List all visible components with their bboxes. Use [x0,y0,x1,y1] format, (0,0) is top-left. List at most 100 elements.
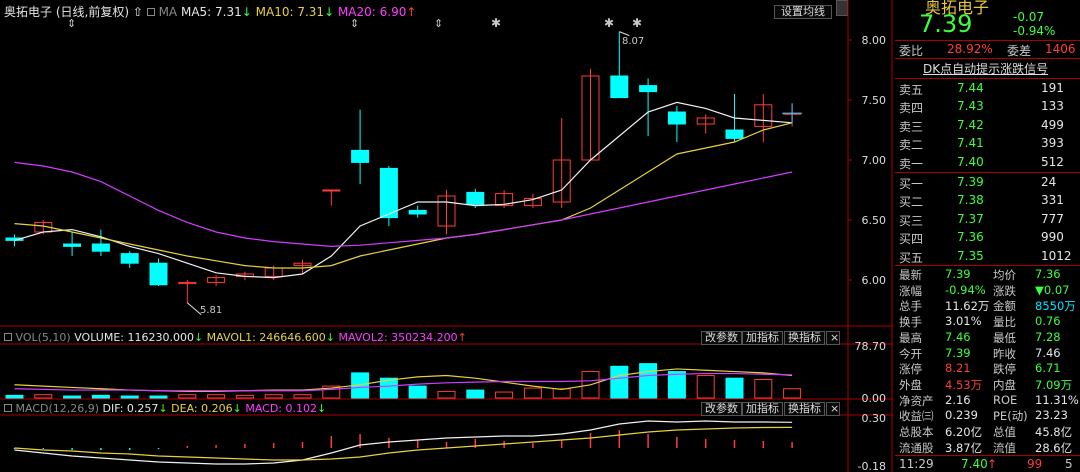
switch-indicator-button[interactable]: 换指标 [784,331,825,345]
bid-volume: 331 [1041,193,1064,208]
ask-row: 卖一 7.40 512 [895,154,1077,172]
close-icon[interactable]: × [826,402,840,416]
down-marker-icon[interactable]: ⇕ [67,17,76,30]
macd-arrow: ↓ [317,402,327,415]
volume-bar [34,394,53,399]
star-marker-icon[interactable]: ✱ [632,16,642,30]
macd-axis-label: 0.30 [862,412,887,425]
candle-body [91,243,110,252]
current-price: 7.39 [919,10,973,38]
bid-level-label: 买三 [899,213,924,228]
square-icon[interactable] [4,404,12,412]
change-param-button[interactable]: 改参数 [701,331,742,345]
stat-label: 涨跌 [993,283,1016,298]
volume-bar [5,394,24,399]
stat-label: 今开 [899,346,922,361]
stat-label: 量比 [993,315,1016,330]
stat-value: -0.94% [945,282,986,297]
ask-level-label: 卖五 [899,83,924,97]
star-marker-icon[interactable]: ✱ [604,16,614,30]
stat-label: 流值 [993,440,1016,455]
stat-label: 涨停 [899,362,922,377]
close-icon[interactable]: × [826,331,840,345]
add-indicator-button[interactable]: 加指标 [742,331,783,345]
ask-volume: 499 [1041,117,1064,132]
volume-bar [235,394,254,399]
ask-row: 卖五 7.44 191 [895,80,1077,98]
change-param-button[interactable]: 改参数 [701,402,742,416]
mavol1-arrow: ↓ [325,331,336,344]
quote-panel: 奥拓电子 7.39 -0.07 -0.94% 委比 28.92% 委差 1406… [895,0,1080,472]
down-marker-icon[interactable]: ⇕ [434,17,443,30]
ask-level-label: 卖三 [899,119,924,134]
bid-volume: 24 [1041,175,1057,189]
stat-label: 总值 [993,425,1016,439]
dk-signal-link[interactable]: DK点自动提示涨跌信号 [923,60,1048,77]
dea-line [14,426,793,461]
price-change-pct: -0.94% [1013,24,1056,38]
bid-row: 买五 7.35 1012 [895,248,1077,266]
switch-indicator-button[interactable]: 换指标 [784,402,825,416]
price-axis: 8.00 7.50 7.00 6.50 6.00 [848,34,886,287]
stat-value: 7.39 [945,345,971,360]
volume-bar [91,394,110,399]
bid-level-label: 买一 [899,177,924,191]
volume-value: VOLUME: 116230.000 [74,331,194,344]
volume-bar [639,363,658,399]
ask-volume: 512 [1041,154,1064,169]
stat-label: 涨幅 [899,283,922,298]
stat-label: 外盘 [899,377,922,392]
vol-label: VOL(5,10) [15,331,71,344]
mavol2-arrow: ↑ [457,331,467,344]
ask-volume: 191 [1041,81,1064,95]
mavol1-value: MAVOL1: 246646.600 [206,331,326,344]
candle-body [149,262,168,286]
candle-body [466,191,485,205]
stat-label: 收益㈢ [899,409,934,424]
wc-label: 委差 [1007,44,1032,58]
dif-line [14,420,793,465]
volume-bar [120,395,139,399]
axis-label: 7.50 [862,94,887,107]
tick-time: 11:29 [899,457,934,471]
ask-book: 卖五 7.44 191 卖四 7.43 133 卖三 7.42 499 卖二 7.41 393 卖一 7.… [895,80,1080,172]
volume-bar [523,387,542,399]
stat-value: 45.8亿 [1035,425,1073,439]
add-indicator-button[interactable]: 加指标 [742,402,783,416]
volume-bar [466,389,485,399]
volume-chart: 78.70 0.00 [5,340,886,405]
volume-bar [725,377,744,399]
square-icon[interactable] [4,333,12,341]
stat-value: 23.23 [1035,408,1068,423]
bid-price: 7.37 [957,211,984,226]
volume-bar [178,394,197,399]
stats-table: 最新 7.39 均价 7.36 涨幅 -0.94% 涨跌 ▼0.07 总手 11.62万 金额 855… [895,266,1080,456]
stat-row: 收益㈢ 0.239 PE(动) 23.23 [895,407,1077,423]
stat-row: 最新 7.39 均价 7.36 [895,266,1077,282]
volume-bar [552,388,571,399]
main-candle-chart [5,31,803,316]
volume-arrow: ↓ [193,331,204,344]
stat-row: 总手 11.62万 金额 8550万 [895,297,1077,313]
bid-level-label: 买二 [899,195,924,210]
volume-bar [610,365,629,399]
volume-bar [783,388,802,399]
macd-value: MACD: 0.102 [245,402,317,415]
star-marker-icon[interactable]: ✱ [491,16,501,30]
down-marker-icon[interactable]: ⇕ [350,17,359,30]
volume-bar [63,395,82,399]
stat-value: 6.71 [1035,361,1061,376]
candle-body [667,111,686,125]
ask-level-label: 卖四 [899,101,924,116]
stat-value: 2.16 [945,392,971,407]
volume-bar [437,390,456,399]
ask-row: 卖三 7.42 499 [895,117,1077,135]
stat-label: 内盘 [993,377,1016,392]
stat-label: ROE [993,392,1018,407]
volume-bar [696,375,715,399]
axis-label: 6.50 [862,214,887,227]
bid-volume: 777 [1041,211,1064,226]
bid-price: 7.38 [957,193,984,208]
stat-value: 7.39 [945,267,971,281]
bid-price: 7.36 [957,230,984,245]
